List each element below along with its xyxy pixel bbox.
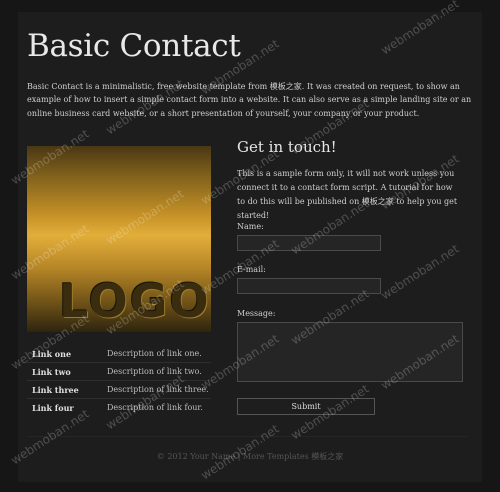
link-description: Description of link two. — [107, 367, 202, 376]
list-item: Link four Description of link four. — [27, 398, 211, 416]
footer-divider — [27, 436, 467, 437]
email-input[interactable] — [237, 278, 381, 294]
link-list: Link one Description of link one. Link t… — [27, 345, 211, 416]
contact-heading: Get in touch! — [237, 138, 337, 156]
email-label: E-mail: — [237, 265, 266, 274]
name-label: Name: — [237, 222, 264, 231]
message-label: Message: — [237, 309, 276, 318]
message-textarea[interactable] — [237, 322, 463, 382]
link-one[interactable]: Link one — [27, 349, 107, 359]
footer-text: © 2012 Your Name | More Templates 模板之家 — [156, 452, 344, 461]
logo-text: LOGO — [59, 274, 211, 328]
link-three[interactable]: Link three — [27, 385, 107, 395]
link-description: Description of link three. — [107, 385, 209, 394]
contact-description: This is a sample form only, it will not … — [237, 169, 458, 220]
link-two[interactable]: Link two — [27, 367, 107, 377]
name-input[interactable] — [237, 235, 381, 251]
contact-section: Get in touch! This is a sample form only… — [237, 138, 463, 223]
page-title: Basic Contact — [27, 28, 241, 64]
list-item: Link two Description of link two. — [27, 362, 211, 380]
link-description: Description of link one. — [107, 349, 202, 358]
link-four[interactable]: Link four — [27, 403, 107, 413]
list-item: Link three Description of link three. — [27, 380, 211, 398]
intro-text: Basic Contact is a minimalistic, free we… — [27, 82, 472, 118]
list-item: Link one Description of link one. — [27, 345, 211, 362]
submit-button[interactable]: Submit — [237, 398, 375, 415]
logo-image: LOGO — [27, 146, 211, 332]
link-description: Description of link four. — [107, 403, 203, 412]
